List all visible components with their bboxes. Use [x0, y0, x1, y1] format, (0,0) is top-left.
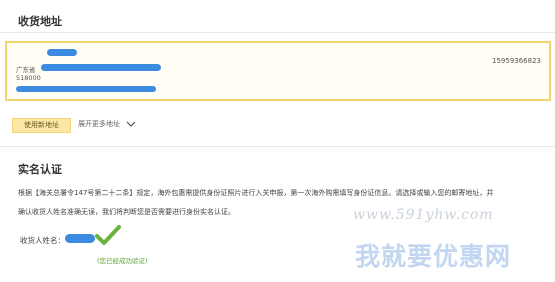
- watermark-site-name: 我就要优惠网: [355, 242, 512, 271]
- divider: [0, 32, 555, 33]
- address-card-selected[interactable]: 广东省 518000 15959366823: [5, 41, 551, 101]
- address-province: 广东省: [16, 66, 36, 74]
- address-phone: 15959366823: [492, 57, 541, 65]
- verified-status-text: (您已经成功验证): [97, 257, 148, 265]
- redacted-detail-address: [16, 86, 156, 92]
- use-new-address-button[interactable]: 使用新地址: [12, 118, 71, 133]
- redacted-recipient-name: [65, 234, 95, 243]
- recipient-name-label: 收货人姓名：: [20, 236, 65, 245]
- check-icon: [95, 225, 121, 245]
- address-section-heading: 收货地址: [18, 15, 62, 28]
- customs-notice-line-2: 确认收货人姓名准确无误，我们将判断您是否需要进行身份实名认证。: [18, 208, 235, 216]
- customs-notice-line-1: 根据【海关总署令147号第二十二条】规定，海外包惠需提供身份证照片进行入关申报，…: [18, 189, 494, 197]
- watermark-url: www.591yhw.com: [353, 207, 494, 223]
- realname-section-heading: 实名认证: [18, 163, 62, 176]
- address-postcode: 518000: [16, 74, 41, 82]
- expand-more-addresses-link[interactable]: 展开更多地址: [78, 119, 120, 129]
- divider: [0, 146, 555, 147]
- redacted-street-address: [41, 64, 161, 71]
- redacted-recipient-name: [47, 49, 77, 56]
- chevron-down-icon[interactable]: [126, 121, 136, 127]
